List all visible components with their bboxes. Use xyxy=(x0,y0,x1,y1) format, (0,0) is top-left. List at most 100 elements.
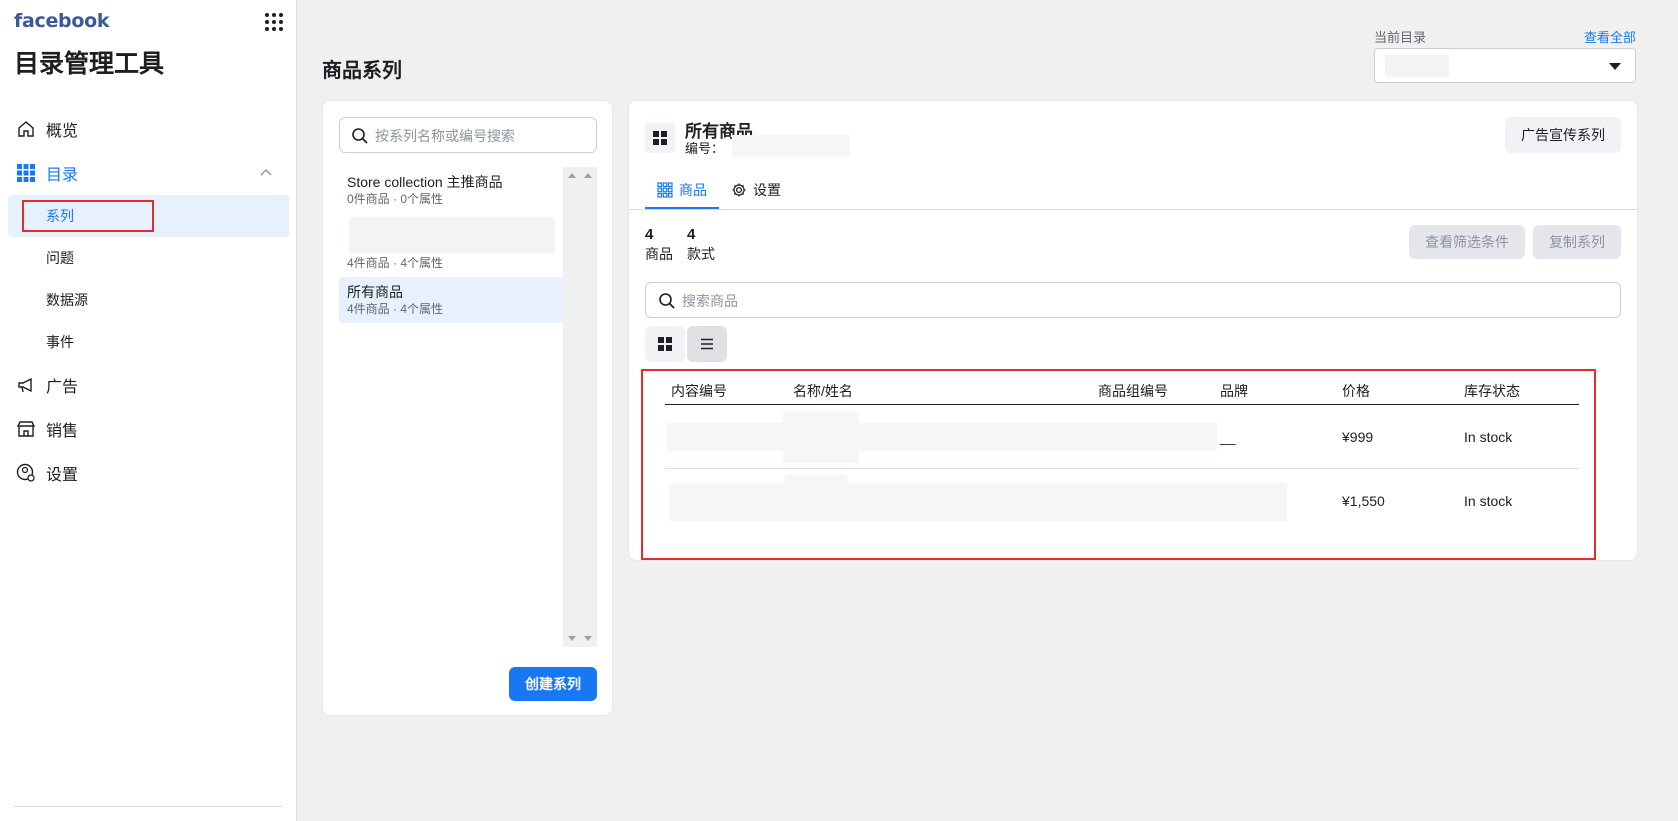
storefront-icon xyxy=(16,419,36,439)
search-icon xyxy=(658,292,676,310)
product-table-highlight: 内容编号 名称/姓名 商品组编号 品牌 价格 库存状态 __ ¥999 In s… xyxy=(641,369,1596,560)
list-item-selected[interactable]: 所有商品 4件商品 · 4个属性 xyxy=(339,277,563,323)
nav-item-overview[interactable]: 概览 xyxy=(0,107,297,151)
redacted-set-name xyxy=(349,217,555,253)
price-cell: ¥1,550 xyxy=(1342,493,1385,509)
list-scrollbar[interactable] xyxy=(563,167,597,647)
price-cell: ¥999 xyxy=(1342,429,1374,445)
nav-item-ads[interactable]: 广告 xyxy=(0,363,297,407)
redacted-cell xyxy=(667,423,1217,451)
list-item[interactable]: Store collection 主推商品 0件商品 · 0个属性 xyxy=(339,167,563,213)
nav-item-catalog[interactable]: 目录 xyxy=(0,151,297,195)
home-icon xyxy=(16,119,36,139)
chevron-up-icon[interactable] xyxy=(259,166,273,180)
redacted-thumbnail xyxy=(783,411,859,463)
table-row[interactable]: ¥1,550 In stock xyxy=(665,469,1579,533)
sets-panel: Store collection 主推商品 0件商品 · 0个属性 4件商品 ·… xyxy=(322,100,613,716)
brand-cell: __ xyxy=(1220,429,1236,445)
set-id-label: 编号： xyxy=(685,141,725,156)
list-view-button[interactable] xyxy=(687,326,727,362)
sidebar-divider xyxy=(14,806,282,807)
table-row[interactable]: __ ¥999 In stock xyxy=(665,405,1579,469)
redacted-set-id xyxy=(732,135,850,157)
catalog-select[interactable] xyxy=(1374,48,1636,83)
search-icon xyxy=(351,127,369,145)
view-toggle xyxy=(645,326,729,362)
set-list: Store collection 主推商品 0件商品 · 0个属性 4件商品 ·… xyxy=(339,167,563,323)
tab-label: 商品 xyxy=(679,182,707,198)
stat-products: 4 商品 xyxy=(645,226,673,264)
column-header[interactable]: 商品组编号 xyxy=(1098,381,1168,401)
product-search-input[interactable] xyxy=(682,291,1582,311)
column-header[interactable]: 品牌 xyxy=(1220,381,1248,401)
column-header[interactable]: 名称/姓名 xyxy=(793,381,853,401)
tab-products[interactable]: 商品 xyxy=(645,171,719,210)
sidebar-nav: 概览 目录 系列 问题 数据源 事件 广告 销售 设置 xyxy=(0,107,297,495)
catalog-label: 当前目录 xyxy=(1374,30,1427,45)
set-meta: 4件商品 · 4个属性 xyxy=(347,256,444,270)
set-meta: 4件商品 · 4个属性 xyxy=(347,302,444,316)
sub-label: 问题 xyxy=(46,250,74,266)
set-meta: 0件商品 · 0个属性 xyxy=(347,192,444,206)
gear-user-icon xyxy=(16,463,36,483)
nav-item-settings[interactable]: 设置 xyxy=(0,451,297,495)
highlight-box xyxy=(22,200,154,232)
redacted-thumbnail xyxy=(785,475,847,487)
sub-item-events[interactable]: 事件 xyxy=(0,321,297,363)
scroll-up-icon[interactable] xyxy=(584,173,592,178)
view-all-link[interactable]: 查看全部 xyxy=(1584,27,1636,46)
sub-label: 事件 xyxy=(46,334,74,350)
nav-label: 目录 xyxy=(46,167,79,184)
sub-item-issues[interactable]: 问题 xyxy=(0,237,297,279)
set-name: 所有商品 xyxy=(347,284,403,300)
nav-item-sales[interactable]: 销售 xyxy=(0,407,297,451)
scroll-down-icon[interactable] xyxy=(568,636,576,641)
grid-icon xyxy=(16,163,36,183)
list-item[interactable]: 4件商品 · 4个属性 xyxy=(339,213,563,277)
set-search-input[interactable] xyxy=(375,126,585,146)
detail-tabs: 商品 设置 xyxy=(645,171,793,210)
column-header[interactable]: 价格 xyxy=(1342,381,1370,401)
scroll-up-icon[interactable] xyxy=(568,173,576,178)
stat-label: 款式 xyxy=(687,246,715,262)
sub-item-data-sources[interactable]: 数据源 xyxy=(0,279,297,321)
set-grid-icon xyxy=(645,123,675,153)
promote-set-button[interactable]: 广告宣传系列 xyxy=(1505,117,1621,153)
apps-grid-icon[interactable] xyxy=(264,12,284,32)
redacted-cell xyxy=(669,483,1287,521)
brand-row: facebook xyxy=(14,10,284,34)
grid-view-button[interactable] xyxy=(645,326,685,362)
stock-cell: In stock xyxy=(1464,493,1513,509)
caret-down-icon xyxy=(1609,63,1621,70)
nav-label: 广告 xyxy=(46,379,79,396)
set-search-box[interactable] xyxy=(339,117,597,153)
sidebar: facebook 目录管理工具 概览 目录 系列 问题 数据源 事件 广告 销售… xyxy=(0,0,297,821)
grid-small-icon xyxy=(657,182,673,198)
nav-label: 概览 xyxy=(46,123,79,140)
stock-cell: In stock xyxy=(1464,429,1513,445)
sub-label: 数据源 xyxy=(46,292,88,308)
copy-set-button[interactable]: 复制系列 xyxy=(1533,225,1621,259)
product-search-box[interactable] xyxy=(645,282,1621,318)
table-header-row: 内容编号 名称/姓名 商品组编号 品牌 价格 库存状态 xyxy=(665,375,1579,405)
view-filters-button[interactable]: 查看筛选条件 xyxy=(1409,225,1525,259)
redacted-catalog-name xyxy=(1385,55,1449,77)
stat-number: 4 xyxy=(687,226,696,243)
facebook-logo[interactable]: facebook xyxy=(14,10,109,32)
sub-item-sets[interactable]: 系列 xyxy=(8,195,289,237)
grid-view-icon xyxy=(658,337,672,351)
column-header[interactable]: 库存状态 xyxy=(1464,381,1520,401)
scroll-down-icon[interactable] xyxy=(584,636,592,641)
nav-label: 销售 xyxy=(46,423,79,440)
set-name: Store collection 主推商品 xyxy=(347,174,503,190)
tab-settings[interactable]: 设置 xyxy=(719,171,793,209)
app-title: 目录管理工具 xyxy=(14,49,165,78)
nav-label: 设置 xyxy=(46,467,79,484)
page-title: 商品系列 xyxy=(322,60,402,82)
stat-variants: 4 款式 xyxy=(687,226,715,264)
create-set-button[interactable]: 创建系列 xyxy=(509,667,597,701)
product-table: 内容编号 名称/姓名 商品组编号 品牌 价格 库存状态 __ ¥999 In s… xyxy=(665,375,1579,533)
column-header[interactable]: 内容编号 xyxy=(671,381,727,401)
tabs-divider xyxy=(629,209,1637,210)
detail-panel: 所有商品 编号： 广告宣传系列 商品 设置 4 商品 4 款式 查看筛选条件 复… xyxy=(628,100,1638,561)
